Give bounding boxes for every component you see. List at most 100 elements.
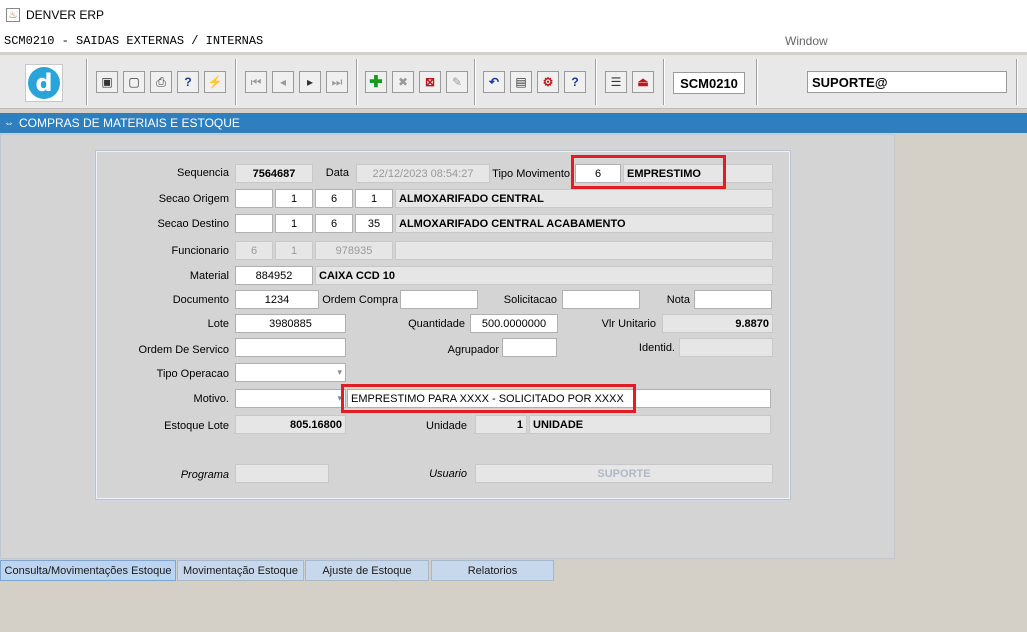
clipboard-icon[interactable]: ▤ (510, 71, 532, 93)
label-material: Material (189, 270, 229, 282)
first-record-icon[interactable]: ⏮ (245, 71, 267, 93)
toolbar: d ▣ ▢ ⎙ ? ⚡ ⏮ ◂ ▸ ⏭ ✚ ✖ ⊠ ✎ ↶ ▤ ⚙ ? ☰ ⏏ … (0, 55, 1027, 109)
data-field[interactable]: 22/12/2023 08:54:27 (356, 164, 490, 183)
label-solicitacao: Solicitacao (503, 294, 557, 306)
funcionario-desc-field (395, 241, 773, 260)
user-box: SUPORTE@ (807, 71, 1007, 93)
secao-origem-desc-field: ALMOXARIFADO CENTRAL (395, 189, 773, 208)
funcionario-field-2[interactable]: 1 (275, 241, 313, 260)
form-code-box: SCM0210 (673, 72, 745, 94)
label-identid: Identid. (638, 342, 675, 354)
window-menu[interactable]: Window (785, 34, 828, 48)
label-secao-origem: Secao Origem (158, 193, 229, 205)
undo-icon[interactable]: ↶ (483, 71, 505, 93)
label-quantidade: Quantidade (408, 318, 465, 330)
secao-origem-empresa-field[interactable] (235, 189, 273, 208)
toolbar-separator (86, 59, 88, 105)
unidade-desc-field: UNIDADE (529, 415, 771, 434)
label-nota: Nota (666, 294, 690, 306)
unidade-code-field: 1 (475, 415, 527, 434)
previous-record-icon[interactable]: ◂ (272, 71, 294, 93)
save-icon[interactable]: ▣ (96, 71, 118, 93)
clear-form-icon[interactable]: ⊠ (419, 71, 441, 93)
logo: d (25, 64, 63, 102)
tab-ajuste-estoque[interactable]: Ajuste de Estoque (305, 560, 429, 581)
exit-icon[interactable]: ⏏ (632, 71, 654, 93)
documento-field[interactable]: 1234 (235, 290, 319, 309)
estoque-lote-field: 805.16800 (235, 415, 346, 434)
logo-icon: d (28, 67, 60, 99)
motivo-select[interactable] (235, 389, 346, 408)
ordem-servico-field[interactable] (235, 338, 346, 357)
label-lote: Lote (207, 318, 229, 330)
label-data: Data (325, 167, 349, 179)
print-icon[interactable]: ⎙ (150, 71, 172, 93)
label-secao-destino: Secao Destino (157, 218, 229, 230)
usuario-field: SUPORTE (475, 464, 773, 483)
label-programa: Programa (180, 469, 229, 481)
delete-record-icon[interactable]: ✖ (392, 71, 414, 93)
material-desc-field: CAIXA CCD 10 (315, 266, 773, 285)
tab-movimentacao-estoque[interactable]: Movimentação Estoque (177, 560, 304, 581)
tab-consulta-movimentacoes[interactable]: Consulta/Movimentações Estoque (0, 560, 176, 581)
label-agrupador: Agrupador (447, 344, 499, 356)
secao-destino-empresa-field[interactable] (235, 214, 273, 233)
next-record-icon[interactable]: ▸ (299, 71, 321, 93)
title-bar: ♨ DENVER ERP (0, 0, 1027, 30)
label-sequencia: Sequencia (177, 167, 229, 179)
label-motivo: Motivo. (193, 393, 229, 405)
query-help-icon[interactable]: ? (177, 71, 199, 93)
highlight-box-tipo-movimento (571, 155, 726, 189)
menu-icon[interactable]: ☰ (605, 71, 627, 93)
sequencia-field[interactable]: 7564687 (235, 164, 313, 183)
toolbar-separator (663, 59, 665, 105)
secao-origem-field-1[interactable]: 1 (275, 189, 313, 208)
tab-relatorios[interactable]: Relatorios (431, 560, 554, 581)
help-icon[interactable]: ? (564, 71, 586, 93)
secao-destino-field-3[interactable]: 35 (355, 214, 393, 233)
programa-field (235, 464, 329, 483)
secao-origem-field-2[interactable]: 6 (315, 189, 353, 208)
section-header: ⇔ COMPRAS DE MATERIAIS E ESTOQUE (0, 113, 1027, 133)
window-icon[interactable]: ▢ (123, 71, 145, 93)
agrupador-field[interactable] (502, 338, 557, 357)
tipo-operacao-select[interactable] (235, 363, 346, 382)
identid-field (679, 338, 773, 357)
funcionario-field-1[interactable]: 6 (235, 241, 273, 260)
query-execute-icon[interactable]: ⚡ (204, 71, 226, 93)
highlight-box-motivo (341, 384, 636, 413)
quantidade-field[interactable]: 500.0000000 (470, 314, 558, 333)
ordem-compra-field[interactable] (400, 290, 478, 309)
last-record-icon[interactable]: ⏭ (326, 71, 348, 93)
material-code-field[interactable]: 884952 (235, 266, 313, 285)
label-ordem-compra: Ordem Compra (322, 294, 398, 306)
funcionario-field-3[interactable]: 978935 (315, 241, 393, 260)
secao-destino-field-2[interactable]: 6 (315, 214, 353, 233)
toolbar-separator (474, 59, 476, 105)
label-tipo-movimento: Tipo Movimento (492, 168, 570, 180)
form-name: SCM0210 - SAIDAS EXTERNAS / INTERNAS (4, 34, 264, 48)
insert-record-icon[interactable]: ✚ (365, 71, 387, 93)
solicitacao-field[interactable] (562, 290, 640, 309)
nota-field[interactable] (694, 290, 772, 309)
label-ordem-servico: Ordem De Servico (138, 344, 229, 356)
lote-field[interactable]: 3980885 (235, 314, 346, 333)
vlr-unitario-field: 9.8870 (662, 314, 773, 333)
window-title: DENVER ERP (26, 8, 105, 22)
secao-origem-field-3[interactable]: 1 (355, 189, 393, 208)
menu-bar: SCM0210 - SAIDAS EXTERNAS / INTERNAS Win… (0, 30, 1027, 53)
secao-destino-field-1[interactable]: 1 (275, 214, 313, 233)
toolbar-separator (756, 59, 758, 105)
settings-icon[interactable]: ⚙ (537, 71, 559, 93)
toolbar-separator (595, 59, 597, 105)
edit-icon[interactable]: ✎ (446, 71, 468, 93)
secao-destino-desc-field: ALMOXARIFADO CENTRAL ACABAMENTO (395, 214, 773, 233)
label-unidade: Unidade (426, 420, 467, 432)
toolbar-separator (235, 59, 237, 105)
toolbar-separator (1016, 59, 1018, 105)
java-app-icon: ♨ (6, 8, 20, 22)
label-estoque-lote: Estoque Lote (164, 420, 229, 432)
label-tipo-operacao: Tipo Operacao (156, 368, 229, 380)
label-usuario: Usuario (429, 468, 467, 480)
collapse-icon[interactable]: ⇔ (3, 117, 15, 129)
